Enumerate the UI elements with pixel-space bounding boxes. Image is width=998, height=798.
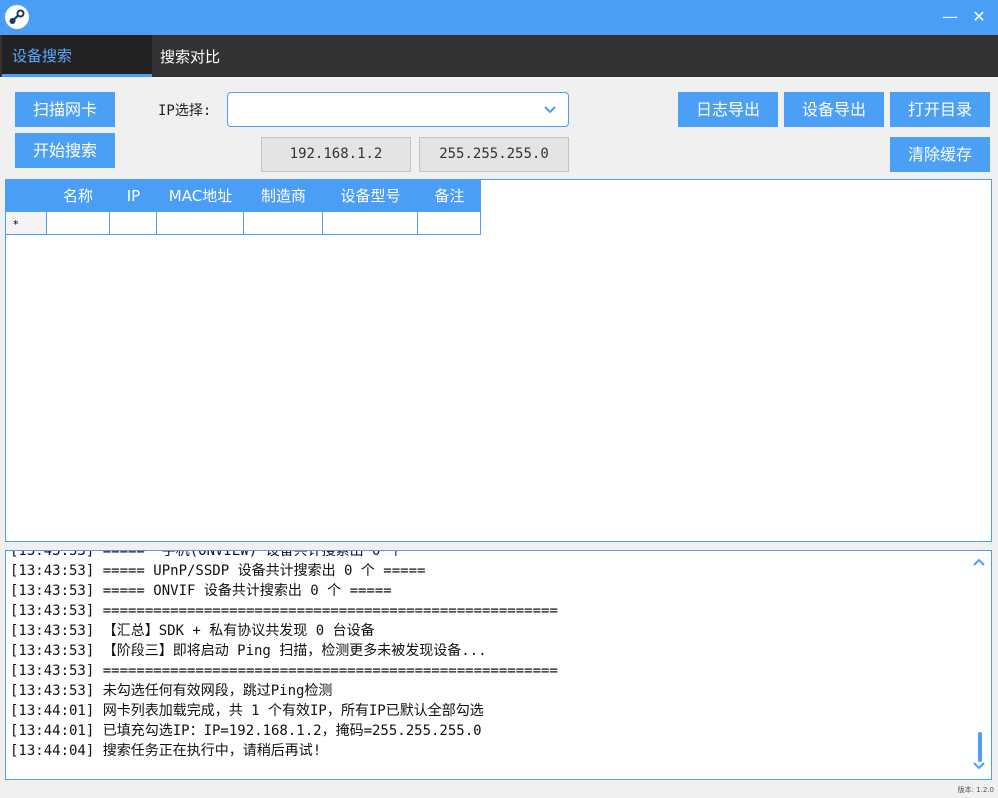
tab-strip: 设备搜索 搜索对比	[0, 35, 998, 77]
log-line: [13:43:53] ===== UPnP/SSDP 设备共计搜索出 0 个 =…	[10, 563, 426, 579]
open-directory-button[interactable]: 打开目录	[890, 92, 990, 127]
column-header-model[interactable]: 设备型号	[323, 180, 418, 212]
column-header-manufacturer[interactable]: 制造商	[244, 180, 323, 212]
steam-logo-icon	[5, 5, 29, 29]
log-line: [13:43:53] 未勾选任何有效网段，跳过Ping检测	[10, 683, 333, 699]
log-line: [13:44:04] 搜索任务正在执行中，请稍后再试!	[10, 743, 322, 759]
log-line: [13:43:53] =============================…	[10, 663, 558, 679]
table-cell[interactable]	[157, 212, 244, 235]
start-search-button[interactable]: 开始搜索	[15, 133, 115, 168]
ip-select-label: IP选择:	[158, 103, 212, 119]
table-cell[interactable]	[418, 212, 481, 235]
log-output[interactable]: [13:43:53] ===== 手机(ONVIEW) 设备共计搜索出 0 个 …	[5, 550, 992, 780]
ip-select-dropdown[interactable]	[227, 92, 569, 127]
minimize-button[interactable]: —	[939, 6, 961, 28]
new-row-marker[interactable]: *	[6, 212, 47, 235]
table-cell[interactable]	[47, 212, 110, 235]
log-line: [13:43:53] 【阶段三】即将启动 Ping 扫描，检测更多未被发现设备.…	[10, 643, 487, 659]
log-line: [13:43:53] ===== 手机(ONVIEW) 设备共计搜索出 0 个	[10, 550, 403, 559]
log-line: [13:43:53] =============================…	[10, 603, 558, 619]
tab-search-compare[interactable]: 搜索对比	[152, 35, 302, 77]
column-header-name[interactable]: 名称	[46, 180, 110, 212]
chevron-down-icon	[544, 106, 556, 114]
log-line: [13:43:53] ===== ONVIF 设备共计搜索出 0 个 =====	[10, 583, 392, 599]
log-line: [13:44:01] 网卡列表加载完成，共 1 个有效IP，所有IP已默认全部勾…	[10, 703, 484, 719]
ip-address-field[interactable]: 192.168.1.2	[261, 137, 411, 172]
table-cell[interactable]	[244, 212, 323, 235]
column-header-remark[interactable]: 备注	[418, 180, 481, 212]
column-header-mac[interactable]: MAC地址	[157, 180, 244, 212]
log-export-button[interactable]: 日志导出	[678, 92, 778, 127]
table-cell[interactable]	[323, 212, 418, 235]
tab-device-search[interactable]: 设备搜索	[2, 35, 152, 77]
scroll-down-icon[interactable]	[973, 761, 985, 771]
scrollbar-thumb[interactable]	[978, 732, 982, 762]
device-export-button[interactable]: 设备导出	[784, 92, 884, 127]
title-bar: — ✕	[0, 0, 998, 35]
device-grid[interactable]: 名称 IP MAC地址 制造商 设备型号 备注 *	[5, 179, 992, 542]
table-cell[interactable]	[110, 212, 157, 235]
version-label: 版本: 1.2.0	[957, 786, 994, 794]
column-header-ip[interactable]: IP	[110, 180, 157, 212]
close-button[interactable]: ✕	[968, 6, 990, 28]
subnet-mask-field[interactable]: 255.255.255.0	[419, 137, 569, 172]
clear-cache-button[interactable]: 清除缓存	[890, 137, 990, 172]
log-lines: [13:43:53] ===== 手机(ONVIEW) 设备共计搜索出 0 个 …	[10, 550, 558, 761]
scroll-up-icon[interactable]	[973, 557, 985, 567]
log-line: [13:44:01] 已填充勾选IP：IP=192.168.1.2，掩码=255…	[10, 723, 482, 739]
grid-row-header-corner	[6, 180, 46, 212]
log-line: [13:43:53] 【汇总】SDK + 私有协议共发现 0 台设备	[10, 623, 375, 639]
scan-nic-button[interactable]: 扫描网卡	[15, 92, 115, 127]
